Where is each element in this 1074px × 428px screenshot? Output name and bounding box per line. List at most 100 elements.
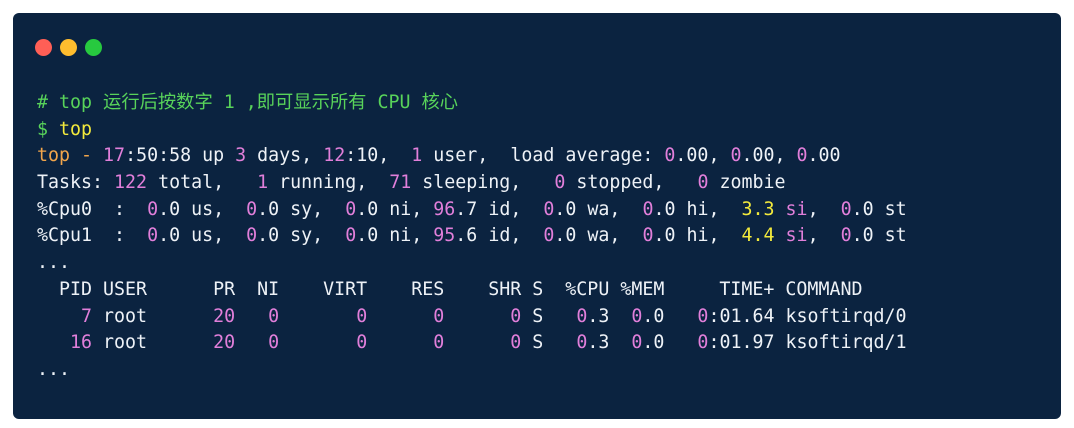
process-header: PID USER PR NI VIRT RES SHR S %CPU %MEM … xyxy=(37,277,907,304)
terminal-text: root xyxy=(92,305,214,327)
terminal-text: top - xyxy=(37,145,104,167)
terminal-text: 0 xyxy=(345,198,357,220)
terminal-text: 0 xyxy=(631,332,643,354)
terminal-text: 3 xyxy=(235,145,247,167)
terminal-text: 0 xyxy=(642,225,654,247)
ellipsis-line: ... xyxy=(37,250,907,277)
terminal-text: 0 xyxy=(576,332,588,354)
terminal-text: 0 xyxy=(246,225,258,247)
terminal-text: %Cpu0 : xyxy=(37,198,148,220)
terminal-text: 0 xyxy=(246,198,258,220)
minimize-button[interactable] xyxy=(60,39,77,56)
terminal-text: .00 xyxy=(807,145,841,167)
terminal-text: 运行后按数字 xyxy=(103,92,213,113)
terminal-text: .0 hi, xyxy=(653,198,742,220)
terminal-text: 16 xyxy=(37,332,93,354)
terminal-text: 即可显示所有 xyxy=(256,92,367,113)
terminal-text: days, xyxy=(246,145,324,167)
terminal-window: # top 运行后按数字 1 ,即可显示所有 CPU 核心 $ top top - … xyxy=(13,13,1061,419)
terminal-text: :01.64 ksoftirqd/0 xyxy=(708,305,907,327)
terminal-text: user, load average: xyxy=(422,145,665,167)
terminal-text: .0 ni, xyxy=(356,225,434,247)
tasks-line: Tasks: 122 total, 1 running, 71 sleeping… xyxy=(37,170,907,197)
terminal-text: 95 xyxy=(433,225,456,247)
terminal-text: 0 xyxy=(554,172,566,194)
terminal-text: .0 wa, xyxy=(554,225,643,247)
terminal-text: 1 , xyxy=(212,92,257,113)
ellipsis-line: ... xyxy=(37,357,907,384)
terminal-text: .0 xyxy=(642,332,698,354)
terminal-text: .7 id, xyxy=(455,198,544,220)
process-row: 16 root 20 0 0 0 0 S 0.3 0.0 0:01.97 kso… xyxy=(37,330,907,357)
terminal-text: .3 xyxy=(587,332,632,354)
terminal-text: :50:58 up xyxy=(125,145,236,167)
terminal-text: PID USER PR NI VIRT RES SHR S %CPU %MEM … xyxy=(37,278,863,300)
terminal-text: ... xyxy=(37,252,71,274)
terminal-text: 0 xyxy=(345,225,357,247)
terminal-text: 71 xyxy=(389,172,412,194)
terminal-text: .0 ni, xyxy=(356,198,434,220)
terminal-text: .3 xyxy=(587,305,632,327)
close-button[interactable] xyxy=(35,39,52,56)
terminal-text: 0 xyxy=(697,332,709,354)
process-row: 7 root 20 0 0 0 0 S 0.3 0.0 0:01.64 ksof… xyxy=(37,304,907,331)
terminal-text: .0 us, xyxy=(158,225,247,247)
terminal-text: 0 xyxy=(543,225,555,247)
terminal-text: :01.97 ksoftirqd/1 xyxy=(708,332,907,354)
terminal-text: S xyxy=(521,332,577,354)
terminal-text: 0 xyxy=(796,145,808,167)
terminal-text: 20 0 0 0 0 xyxy=(213,332,522,354)
terminal-text: 7 xyxy=(37,305,93,327)
terminal-text: 122 xyxy=(114,172,148,194)
terminal-text: # top xyxy=(37,92,104,113)
terminal-text: CPU xyxy=(366,92,422,113)
terminal-text: 1 xyxy=(411,145,423,167)
uptime-line: top - 17:50:58 up 3 days, 12:10, 1 user,… xyxy=(37,143,907,170)
terminal-text: .00, xyxy=(675,145,731,167)
terminal-text: .0 hi, xyxy=(653,225,742,247)
terminal-text: 0 xyxy=(147,198,159,220)
terminal-text: root xyxy=(92,332,214,354)
terminal-text: .0 st xyxy=(851,225,907,247)
terminal-text: 0 xyxy=(697,305,709,327)
terminal-text: .0 xyxy=(642,305,698,327)
terminal-text: 核心 xyxy=(421,92,459,113)
terminal-text: .0 us, xyxy=(158,198,247,220)
terminal-text: .0 sy, xyxy=(257,225,346,247)
terminal-text: top xyxy=(59,118,93,140)
terminal-text: total, xyxy=(147,172,258,194)
terminal-text: S xyxy=(521,305,577,327)
comment-line: # top 运行后按数字 1 ,即可显示所有 CPU 核心 xyxy=(37,90,907,117)
terminal-text: sleeping, xyxy=(411,172,555,194)
terminal-output: # top 运行后按数字 1 ,即可显示所有 CPU 核心 $ top top - … xyxy=(37,90,907,384)
terminal-text: :10, xyxy=(345,145,412,167)
terminal-text: ... xyxy=(37,358,71,380)
terminal-text: .0 wa, xyxy=(554,198,643,220)
terminal-text: 20 0 0 0 0 xyxy=(213,305,522,327)
terminal-text: stopped, xyxy=(565,172,698,194)
command-line: $ top xyxy=(37,117,907,144)
terminal-text: 12 xyxy=(323,145,346,167)
terminal-text: , xyxy=(807,198,841,220)
terminal-text: 0 xyxy=(576,305,588,327)
terminal-text: $ xyxy=(37,118,60,140)
terminal-text: 3.3 xyxy=(741,198,786,220)
terminal-text: 0 xyxy=(840,198,852,220)
cpu0-line: %Cpu0 : 0.0 us, 0.0 sy, 0.0 ni, 96.7 id,… xyxy=(37,197,907,224)
terminal-text: si xyxy=(785,198,808,220)
maximize-button[interactable] xyxy=(85,39,102,56)
terminal-text: 1 xyxy=(257,172,269,194)
terminal-text: 0 xyxy=(840,225,852,247)
terminal-text: Tasks: xyxy=(37,172,115,194)
terminal-text: zombie xyxy=(708,172,786,194)
terminal-text: 0 xyxy=(543,198,555,220)
cpu1-line: %Cpu1 : 0.0 us, 0.0 sy, 0.0 ni, 95.6 id,… xyxy=(37,223,907,250)
terminal-text: .0 st xyxy=(851,198,907,220)
terminal-text: 0 xyxy=(730,145,742,167)
terminal-text: 17 xyxy=(103,145,126,167)
terminal-text: 0 xyxy=(642,198,654,220)
terminal-text: 4.4 xyxy=(741,225,786,247)
terminal-text: si xyxy=(785,225,808,247)
terminal-text: 96 xyxy=(433,198,456,220)
terminal-text: 0 xyxy=(697,172,709,194)
